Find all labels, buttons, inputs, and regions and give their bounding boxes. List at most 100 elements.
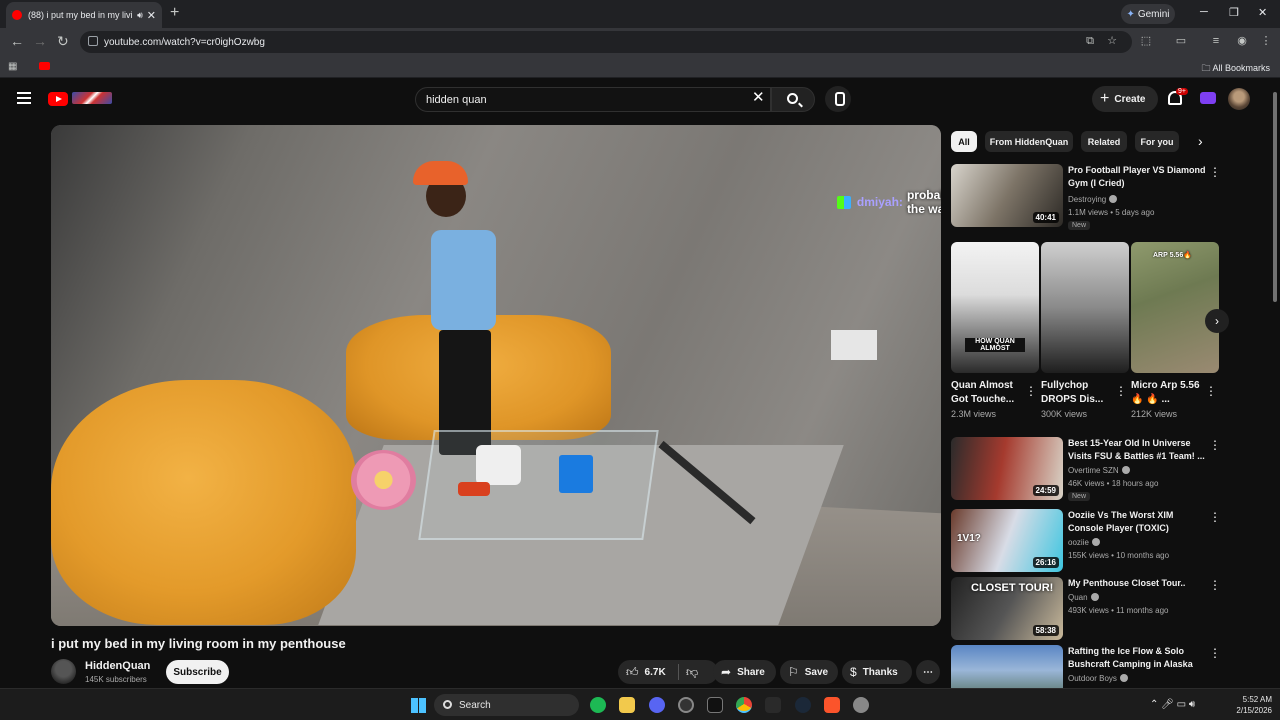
- short-title[interactable]: Quan Almost Got Touche...: [951, 379, 1023, 407]
- forward-icon[interactable]: →: [33, 33, 47, 49]
- video-thumbnail[interactable]: 40:41: [951, 164, 1063, 227]
- video-title[interactable]: Pro Football Player VS Diamond Gym (I Cr…: [1068, 164, 1208, 190]
- search-input[interactable]: hidden quan: [415, 87, 771, 112]
- chrome-icon[interactable]: [736, 697, 752, 713]
- like-count[interactable]: 6.7K: [645, 667, 666, 678]
- list-item[interactable]: Rafting the Ice Flow & Solo Bushcraft Ca…: [951, 645, 1266, 688]
- short-thumbnail[interactable]: HOW QUAN ALMOST: [951, 242, 1039, 373]
- spotify-icon[interactable]: [590, 697, 606, 713]
- browser-tab[interactable]: (88) i put my bed in my livi 🔊︎ ✕: [6, 2, 162, 28]
- speaker-icon[interactable]: 🔊︎: [137, 10, 143, 21]
- youtube-bookmark-icon[interactable]: [39, 62, 50, 70]
- more-actions-icon[interactable]: ⋯: [916, 660, 940, 684]
- thanks-button[interactable]: $ Thanks: [842, 660, 912, 684]
- settings-gear-icon[interactable]: [853, 697, 869, 713]
- chip-for-you[interactable]: For you: [1135, 131, 1179, 152]
- like-icon[interactable]: 👍︎: [626, 665, 639, 680]
- short-item[interactable]: ARP 5.56🔥 Micro Arp 5.56 🔥 🔥 ... 212K vi…: [1131, 242, 1219, 419]
- hamburger-menu-icon[interactable]: [17, 92, 31, 104]
- chip-all[interactable]: All: [951, 131, 977, 152]
- channel-name[interactable]: HiddenQuan: [85, 660, 150, 672]
- chip-related[interactable]: Related: [1081, 131, 1127, 152]
- live-icon[interactable]: [1200, 92, 1216, 104]
- window-close-icon[interactable]: ✕: [1258, 6, 1267, 19]
- video-thumbnail[interactable]: CLOSET TOUR! 58:38: [951, 577, 1063, 640]
- search-button[interactable]: [771, 87, 815, 112]
- short-title[interactable]: Fullychop DROPS Dis...: [1041, 379, 1113, 407]
- channel-name[interactable]: Overtime SZN: [1068, 466, 1130, 475]
- address-bar[interactable]: youtube.com/watch?v=cr0ighOzwbg: [80, 31, 1132, 53]
- subscribe-button[interactable]: Subscribe: [166, 660, 229, 684]
- app-icon[interactable]: [678, 697, 694, 713]
- list-item[interactable]: CLOSET TOUR! 58:38 My Penthouse Closet T…: [951, 577, 1266, 641]
- kebab-menu-icon[interactable]: ⋮: [1209, 647, 1221, 659]
- clear-search-icon[interactable]: ✕: [752, 90, 765, 106]
- profile-icon[interactable]: ◉: [1236, 35, 1248, 47]
- youtube-logo-icon[interactable]: [48, 92, 68, 106]
- list-item[interactable]: 40:41 Pro Football Player VS Diamond Gym…: [951, 164, 1266, 230]
- reload-icon[interactable]: ↻: [57, 33, 69, 50]
- taskbar-clock[interactable]: 5:52 AM 2/15/2026: [1222, 694, 1272, 716]
- discord-icon[interactable]: [649, 697, 665, 713]
- scrollbar-thumb[interactable]: [1273, 92, 1277, 302]
- chevron-right-icon[interactable]: ›: [1198, 133, 1203, 149]
- video-thumbnail[interactable]: [951, 645, 1063, 688]
- video-thumbnail[interactable]: 24:59: [951, 437, 1063, 500]
- list-item[interactable]: 1V1? 26:16 Ooziie Vs The Worst XIM Conso…: [951, 509, 1266, 573]
- back-icon[interactable]: ←: [10, 33, 24, 49]
- chrome-menu-icon[interactable]: ⋮: [1260, 35, 1272, 47]
- short-thumbnail[interactable]: ARP 5.56🔥: [1131, 242, 1219, 373]
- extensions-icon[interactable]: ⬚: [1140, 35, 1152, 47]
- kebab-menu-icon[interactable]: ⋮: [1209, 511, 1221, 523]
- brave-icon[interactable]: [824, 697, 840, 713]
- channel-name[interactable]: Destroying: [1068, 195, 1118, 204]
- kebab-menu-icon[interactable]: ⋮: [1115, 384, 1127, 398]
- video-title[interactable]: Ooziie Vs The Worst XIM Console Player (…: [1068, 509, 1208, 535]
- voice-search-button[interactable]: [825, 86, 851, 112]
- chip-from-hiddenquan[interactable]: From HiddenQuan: [985, 131, 1073, 152]
- video-thumbnail[interactable]: 1V1? 26:16: [951, 509, 1063, 572]
- all-bookmarks-button[interactable]: 🗀︎ All Bookmarks: [1201, 61, 1270, 77]
- page-scrollbar[interactable]: [1270, 80, 1280, 690]
- short-thumbnail[interactable]: [1041, 242, 1129, 373]
- kebab-menu-icon[interactable]: ⋮: [1209, 166, 1221, 178]
- reading-list-icon[interactable]: ≡: [1210, 35, 1222, 47]
- save-button[interactable]: ⚐ Save: [780, 660, 838, 684]
- split-view-icon[interactable]: ▭: [1175, 35, 1187, 47]
- install-app-icon[interactable]: ⧉: [1084, 35, 1096, 47]
- list-item[interactable]: 24:59 Best 15-Year Old In Universe Visit…: [951, 437, 1266, 501]
- minimize-icon[interactable]: ─: [1200, 6, 1208, 18]
- dislike-icon[interactable]: 👎︎: [686, 665, 698, 680]
- kebab-menu-icon[interactable]: ⋮: [1205, 384, 1217, 398]
- channel-avatar[interactable]: [51, 659, 76, 684]
- system-tray[interactable]: ⌃ 🎤︎ ▭ 🔊︎: [1150, 699, 1195, 710]
- epic-games-icon[interactable]: [707, 697, 723, 713]
- apps-grid-icon[interactable]: ▦: [8, 61, 17, 72]
- video-player[interactable]: dmiyah: probably the walls: [51, 125, 941, 626]
- channel-name[interactable]: Outdoor Boys: [1068, 674, 1128, 683]
- new-tab-icon[interactable]: +: [170, 4, 179, 22]
- account-avatar[interactable]: [1228, 88, 1250, 110]
- kebab-menu-icon[interactable]: ⋮: [1209, 579, 1221, 591]
- kebab-menu-icon[interactable]: ⋮: [1025, 384, 1037, 398]
- steam-icon[interactable]: [795, 697, 811, 713]
- file-explorer-icon[interactable]: [619, 697, 635, 713]
- doodle-logo[interactable]: [72, 92, 112, 104]
- channel-name[interactable]: Quan: [1068, 593, 1099, 602]
- gemini-button[interactable]: ✦ Gemini: [1121, 4, 1175, 24]
- short-item[interactable]: Fullychop DROPS Dis... 300K views ⋮: [1041, 242, 1129, 419]
- kebab-menu-icon[interactable]: ⋮: [1209, 439, 1221, 451]
- app-icon[interactable]: [765, 697, 781, 713]
- create-button[interactable]: + Create: [1092, 86, 1158, 112]
- share-button[interactable]: ➦ Share: [713, 660, 776, 684]
- bookmark-star-icon[interactable]: ☆: [1106, 35, 1118, 47]
- shorts-next-button[interactable]: ›: [1205, 309, 1229, 333]
- video-title[interactable]: My Penthouse Closet Tour..: [1068, 577, 1208, 590]
- windows-start-icon[interactable]: [411, 698, 426, 713]
- taskbar-search[interactable]: Search: [434, 694, 579, 716]
- tab-close-icon[interactable]: ✕: [147, 9, 156, 22]
- video-title[interactable]: Best 15-Year Old In Universe Visits FSU …: [1068, 437, 1208, 463]
- short-title[interactable]: Micro Arp 5.56 🔥 🔥 ...: [1131, 379, 1203, 407]
- site-info-icon[interactable]: [88, 36, 98, 46]
- channel-name[interactable]: ooziie: [1068, 538, 1100, 547]
